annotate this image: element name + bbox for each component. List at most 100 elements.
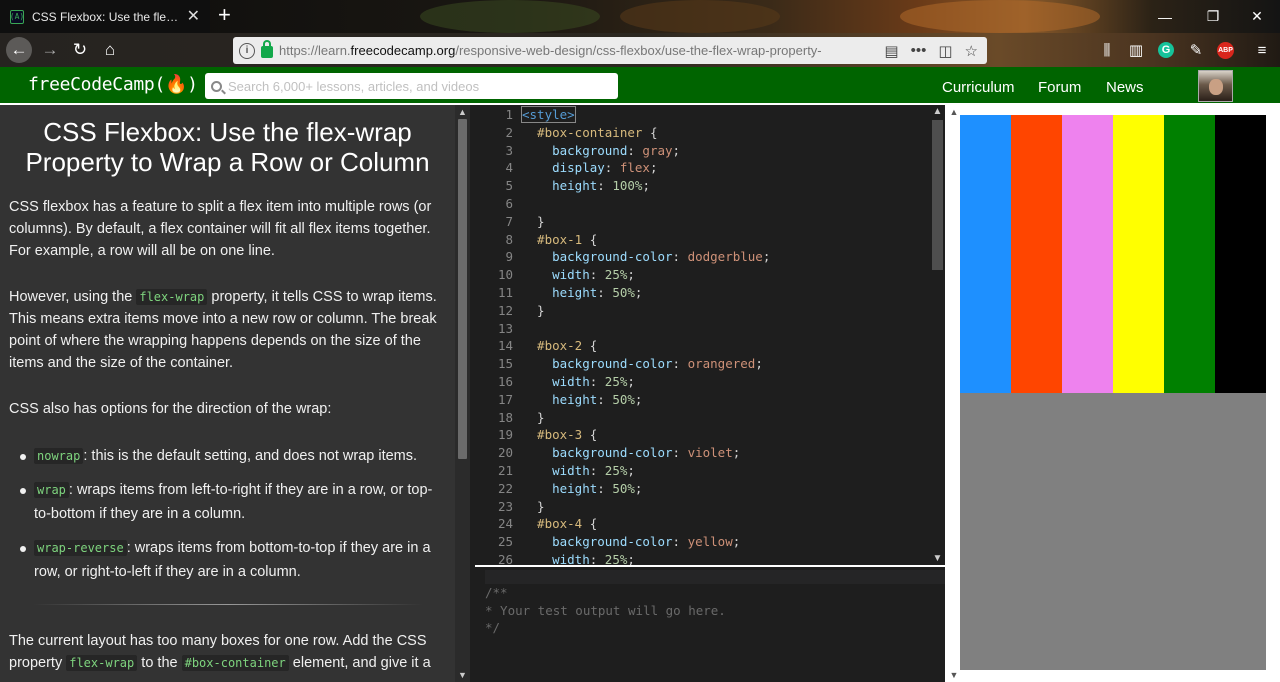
reader-view-icon[interactable]: ▤ [881, 42, 901, 60]
search-box[interactable] [205, 73, 618, 99]
code-line[interactable]: 8 #box-1 { [475, 231, 930, 249]
eyedropper-icon[interactable]: ✎ [1186, 40, 1206, 60]
code-text[interactable]: #box-2 { [513, 337, 597, 355]
code-text[interactable]: #box-4 { [513, 515, 597, 533]
code-text[interactable]: display: flex; [513, 159, 657, 177]
close-window-icon[interactable]: ✕ [1234, 0, 1280, 33]
site-info-icon[interactable]: i [239, 42, 255, 59]
menu-hamburger-icon[interactable]: ≡ [1252, 40, 1272, 60]
code-text[interactable]: background-color: dodgerblue; [513, 248, 770, 266]
fcc-logo[interactable]: freeCodeCamp(🔥) [28, 74, 198, 95]
code-line[interactable]: 7 } [475, 213, 930, 231]
code-text[interactable]: background-color: violet; [513, 444, 740, 462]
code-text[interactable]: width: 25%; [513, 462, 635, 480]
nav-forum[interactable]: Forum [1038, 79, 1081, 96]
code-line[interactable]: 21 width: 25%; [475, 462, 930, 480]
code-text[interactable]: width: 25%; [513, 266, 635, 284]
new-tab-icon[interactable]: + [218, 4, 231, 26]
scroll-down-icon[interactable]: ▼ [455, 668, 470, 682]
close-tab-icon[interactable]: ✕ [187, 8, 200, 25]
code-line[interactable]: 11 height: 50%; [475, 284, 930, 302]
code-line[interactable]: 5 height: 100%; [475, 177, 930, 195]
code-line[interactable]: 15 background-color: orangered; [475, 355, 930, 373]
instruction-paragraph: CSS flexbox has a feature to split a fle… [9, 199, 432, 259]
code-text[interactable]: background-color: orangered; [513, 355, 763, 373]
code-line[interactable]: 10 width: 25%; [475, 266, 930, 284]
code-text[interactable]: height: 50%; [513, 391, 642, 409]
scroll-up-icon[interactable]: ▲ [455, 105, 470, 119]
preview-box-2 [1011, 115, 1062, 393]
code-line[interactable]: 17 height: 50%; [475, 391, 930, 409]
code-line[interactable]: 19 #box-3 { [475, 426, 930, 444]
adblock-plus-icon[interactable]: ABP [1217, 42, 1234, 59]
code-line[interactable]: 9 background-color: dodgerblue; [475, 248, 930, 266]
code-text[interactable]: background: gray; [513, 142, 680, 160]
scroll-up-icon[interactable]: ▲ [948, 107, 960, 117]
library-icon[interactable]: ⫼ [1097, 40, 1117, 60]
nav-news[interactable]: News [1106, 79, 1144, 96]
scroll-up-icon[interactable]: ▲ [930, 105, 945, 118]
code-line[interactable]: 26 width: 25%; [475, 551, 930, 565]
code-text[interactable]: #box-container { [513, 124, 657, 142]
code-text[interactable]: height: 50%; [513, 480, 642, 498]
search-input[interactable] [228, 78, 618, 94]
test-output-panel: /** * Your test output will go here. */ [475, 567, 945, 682]
code-line[interactable]: 14 #box-2 { [475, 337, 930, 355]
minimize-window-icon[interactable]: — [1142, 0, 1188, 33]
scroll-down-icon[interactable]: ▼ [948, 670, 960, 680]
code-line[interactable]: 18 } [475, 409, 930, 427]
code-line[interactable]: 1 <style> [475, 106, 930, 124]
home-icon[interactable]: ⌂ [97, 37, 123, 63]
code-text[interactable]: #box-1 { [513, 231, 597, 249]
code-editor[interactable]: 1 <style> 2 #box-container {3 background: … [475, 105, 930, 565]
browser-tab[interactable]: (A) CSS Flexbox: Use the flex-wrap ✕ [0, 0, 210, 33]
back-arrow-icon[interactable]: ← [6, 37, 32, 63]
code-text[interactable]: width: 25%; [513, 551, 635, 565]
code-text[interactable]: width: 25%; [513, 373, 635, 391]
code-text[interactable]: background-color: yellow; [513, 533, 740, 551]
code-line[interactable]: 2 #box-container { [475, 124, 930, 142]
code-text[interactable]: } [513, 302, 545, 320]
code-line[interactable]: 13 [475, 320, 930, 338]
grammarly-icon[interactable]: G [1158, 42, 1174, 58]
preview-scrollbar[interactable]: ▲ ▼ [948, 105, 960, 682]
fcc-favicon-icon: (A) [10, 9, 24, 24]
pocket-icon[interactable]: ◫ [935, 42, 955, 60]
page-actions-icon[interactable]: ••• [908, 42, 930, 59]
code-line[interactable]: 16 width: 25%; [475, 373, 930, 391]
restore-window-icon[interactable]: ❐ [1190, 0, 1236, 33]
sidebar-icon[interactable]: ▥ [1126, 40, 1146, 60]
line-number: 18 [497, 409, 513, 425]
code-line[interactable]: 22 height: 50%; [475, 480, 930, 498]
code-line[interactable]: 4 display: flex; [475, 159, 930, 177]
code-line[interactable]: 3 background: gray; [475, 142, 930, 160]
code-line[interactable]: 24 #box-4 { [475, 515, 930, 533]
code-text[interactable] [513, 320, 522, 338]
code-text[interactable]: height: 50%; [513, 284, 642, 302]
code-text[interactable]: height: 100%; [513, 177, 650, 195]
nav-curriculum[interactable]: Curriculum [942, 79, 1015, 96]
url-bar[interactable]: i https://learn.freecodecamp.org/respons… [233, 37, 987, 64]
scrollbar-thumb[interactable] [932, 120, 943, 270]
scroll-down-icon[interactable]: ▼ [930, 552, 945, 565]
editor-scrollbar[interactable]: ▲ ▼ [930, 105, 945, 565]
code-text[interactable] [513, 195, 522, 213]
code-text[interactable]: } [513, 213, 545, 231]
code-line[interactable]: 23 } [475, 498, 930, 516]
code-line[interactable]: 12 } [475, 302, 930, 320]
instructions-scrollbar[interactable]: ▲ ▼ [455, 105, 470, 682]
code-line[interactable]: 25 background-color: yellow; [475, 533, 930, 551]
code-line[interactable]: 20 background-color: violet; [475, 444, 930, 462]
code-text[interactable]: <style> [513, 106, 576, 124]
scrollbar-thumb[interactable] [458, 119, 467, 459]
code-text[interactable]: } [513, 498, 545, 516]
bookmark-star-icon[interactable]: ☆ [962, 42, 981, 60]
forward-arrow-icon[interactable]: → [37, 37, 63, 63]
code-line[interactable]: 6 [475, 195, 930, 213]
background-fox [900, 0, 1100, 33]
code-text[interactable]: #box-3 { [513, 426, 597, 444]
user-avatar[interactable] [1198, 70, 1233, 102]
code-text[interactable]: } [513, 409, 545, 427]
reload-icon[interactable]: ↻ [67, 37, 93, 63]
url-text[interactable]: https://learn.freecodecamp.org/responsiv… [279, 43, 875, 58]
